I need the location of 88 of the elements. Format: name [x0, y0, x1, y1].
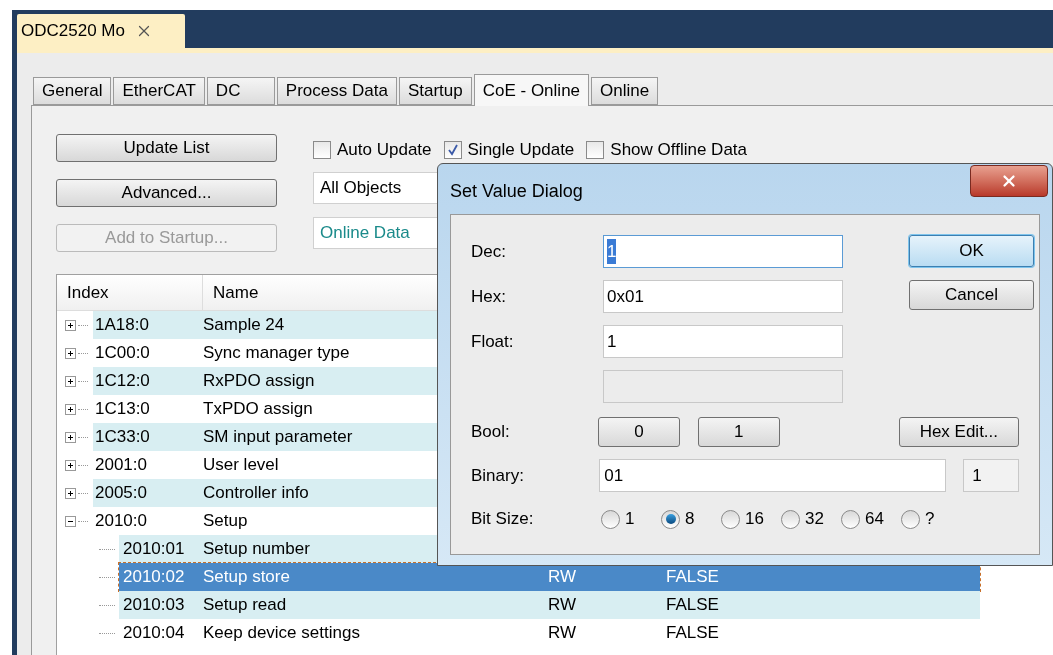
index-cell: 2010:03 — [123, 595, 185, 615]
radio-button[interactable] — [841, 509, 860, 529]
flags-cell: RW — [548, 595, 576, 615]
field-label: Dec: — [471, 240, 507, 263]
tab[interactable]: EtherCAT — [113, 77, 205, 105]
radio-button[interactable] — [661, 509, 680, 529]
checkbox[interactable] — [313, 141, 331, 159]
radio-button[interactable] — [901, 509, 920, 529]
checkbox-label: Auto Update — [337, 139, 432, 162]
name-cell: User level — [203, 455, 279, 475]
radio-label: 8 — [685, 508, 696, 531]
name-cell: RxPDO assign — [203, 371, 315, 391]
index-cell: 1A18:0 — [95, 315, 149, 335]
hex-edit-button[interactable]: Hex Edit... — [898, 417, 1019, 447]
field-label: Hex: — [471, 285, 507, 308]
cancel-button[interactable]: Cancel — [909, 280, 1034, 310]
index-cell: 1C00:0 — [95, 343, 150, 363]
ok-button[interactable]: OK — [909, 235, 1034, 267]
name-cell: SM input parameter — [203, 427, 353, 447]
document-tab[interactable]: ODC2520 Mo — [17, 14, 185, 48]
index-cell: 2010:04 — [123, 623, 185, 643]
dec-input[interactable]: 1 — [603, 235, 843, 268]
radio-label: 64 — [865, 508, 885, 531]
radio-label: ? — [925, 508, 936, 531]
name-cell: Sample 24 — [203, 315, 285, 335]
radio-label: 16 — [745, 508, 765, 531]
hex-input[interactable]: 0x01 — [603, 280, 843, 313]
tab[interactable]: Online — [591, 77, 659, 105]
float-input[interactable]: 1 — [603, 325, 843, 358]
bool-button[interactable]: 0 — [598, 417, 680, 447]
index-cell: 2001:0 — [95, 455, 147, 475]
radio-button[interactable] — [721, 509, 740, 529]
index-cell: 2010:01 — [123, 539, 185, 559]
name-cell: Setup — [203, 511, 248, 531]
tab[interactable]: Startup — [398, 77, 472, 105]
checkbox[interactable] — [586, 141, 605, 159]
name-cell: Setup number — [203, 539, 310, 559]
radio-label: 1 — [625, 508, 636, 531]
value-cell-text: FALSE — [666, 622, 719, 645]
field-label: Bit Size: — [471, 508, 535, 531]
name-cell: Controller info — [203, 483, 309, 503]
table-row[interactable]: 2010:03 Setup read RW FALSE — [119, 591, 980, 619]
radio-button[interactable] — [601, 509, 620, 529]
expand-box-icon[interactable] — [65, 403, 76, 415]
name-cell: Setup store — [203, 567, 290, 587]
index-cell: 2010:0 — [95, 511, 147, 531]
expand-box-icon[interactable] — [65, 347, 76, 359]
radio-label: 32 — [805, 508, 825, 531]
checkbox-label: Single Update — [467, 139, 575, 162]
field-label: Float: — [471, 330, 515, 353]
index-cell: 2005:0 — [95, 483, 147, 503]
expand-box-icon[interactable] — [65, 375, 76, 387]
index-cell: 2010:02 — [123, 567, 185, 587]
close-icon — [1000, 172, 1018, 190]
name-cell: TxPDO assign — [203, 399, 313, 419]
close-button[interactable] — [970, 165, 1048, 197]
table-row[interactable]: 2010:02 Setup store RW FALSE — [119, 563, 980, 591]
tab[interactable]: General — [33, 77, 112, 105]
checkbox-label: Show Offline Data — [610, 139, 748, 162]
column-header[interactable]: Index — [57, 275, 203, 310]
index-cell: 1C12:0 — [95, 371, 150, 391]
bool-button[interactable]: 1 — [697, 417, 780, 447]
name-cell: Keep device settings — [203, 623, 360, 643]
flags-cell: RW — [548, 623, 576, 643]
tab[interactable]: Process Data — [276, 77, 397, 105]
index-cell: 1C33:0 — [95, 427, 150, 447]
name-cell: Setup read — [203, 595, 287, 615]
tab[interactable]: DC — [206, 77, 275, 105]
flags-cell: RW — [548, 567, 576, 587]
index-cell: 1C13:0 — [95, 399, 150, 419]
tab[interactable]: CoE - Online — [473, 74, 590, 106]
action-button[interactable]: Advanced... — [56, 179, 277, 207]
expand-box-icon[interactable] — [65, 459, 76, 471]
expand-box-icon[interactable] — [65, 487, 76, 499]
action-button[interactable]: Update List — [56, 134, 277, 162]
radio-button[interactable] — [781, 509, 800, 529]
name-cell: Sync manager type — [203, 343, 350, 363]
value-cell-text: FALSE — [666, 594, 719, 617]
value-cell-text: FALSE — [666, 566, 719, 589]
collapse-box-icon[interactable] — [65, 515, 76, 527]
bit-count-field: 1 — [963, 459, 1019, 492]
field-label: Bool: — [471, 421, 511, 444]
checkbox[interactable] — [443, 141, 462, 159]
expand-box-icon[interactable] — [65, 431, 76, 443]
table-row[interactable]: 2010:04 Keep device settings RW FALSE — [119, 619, 980, 647]
field-label: Binary: — [471, 464, 525, 487]
expand-box-icon[interactable] — [65, 319, 76, 331]
binary-input[interactable]: 01 — [599, 459, 947, 492]
